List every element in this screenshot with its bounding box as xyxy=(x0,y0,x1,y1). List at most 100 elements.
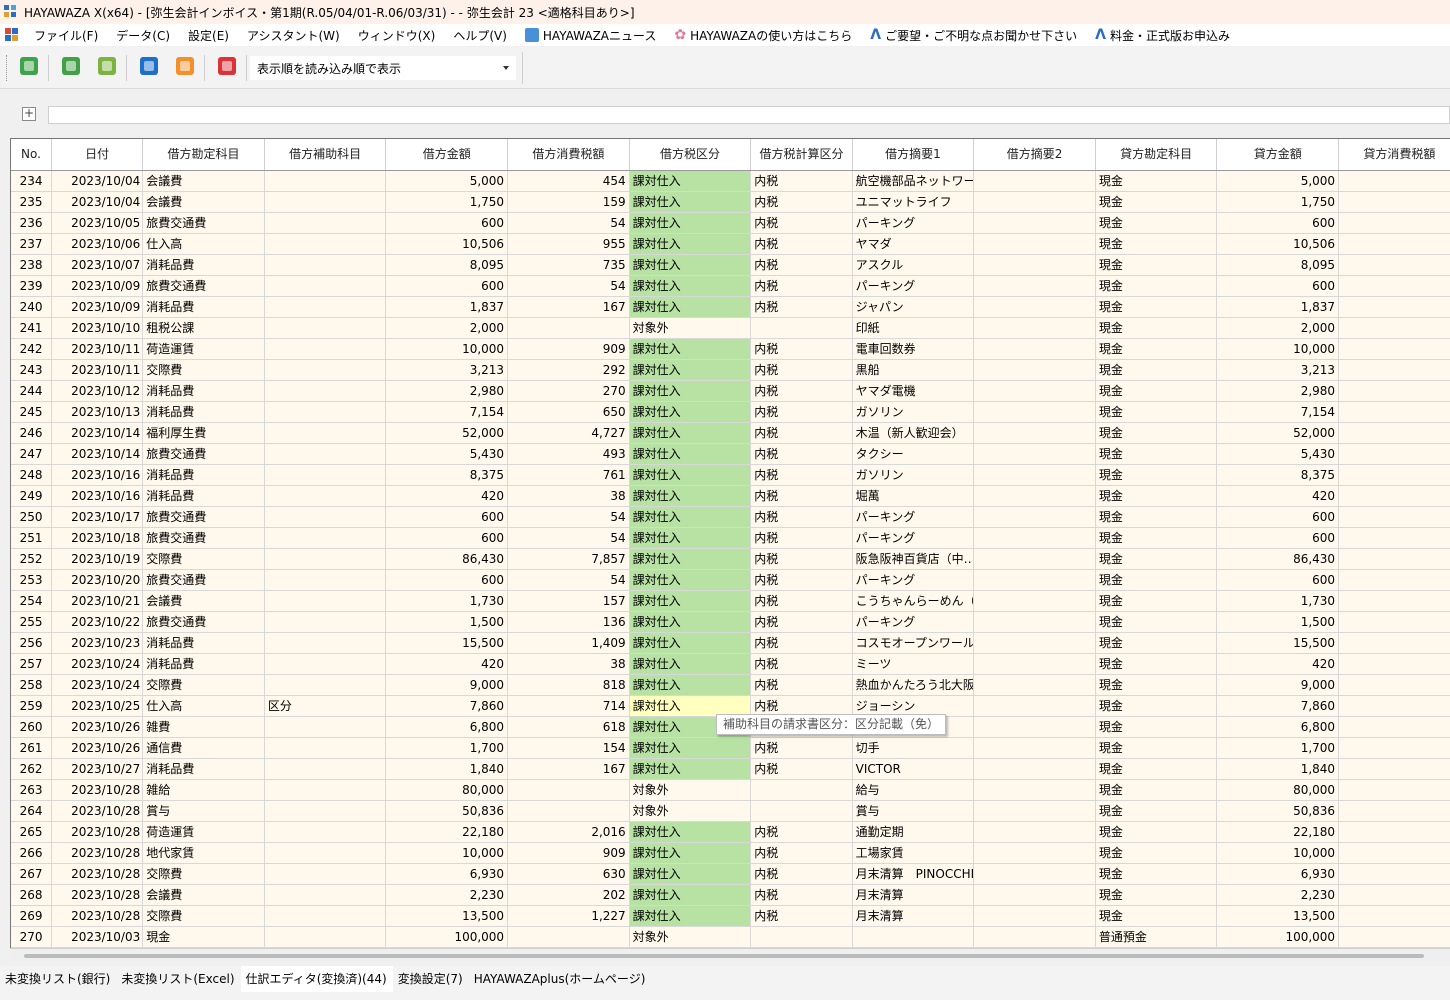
grid-cell[interactable]: 旅費交通費 xyxy=(142,275,265,297)
grid-cell[interactable]: 2023/10/28 xyxy=(51,842,144,864)
grid-cell[interactable]: 50,836 xyxy=(1216,800,1340,822)
grid-cell[interactable]: 対象外 xyxy=(629,317,752,339)
grid-cell[interactable]: 1,837 xyxy=(385,296,509,318)
grid-cell[interactable]: 内税 xyxy=(750,422,853,444)
grid-cell[interactable]: 100,000 xyxy=(385,926,509,948)
grid-cell[interactable]: 内税 xyxy=(750,296,853,318)
grid-cell[interactable] xyxy=(1338,317,1450,339)
grid-cell[interactable]: 2023/10/14 xyxy=(51,422,144,444)
grid-cell[interactable]: 600 xyxy=(385,212,509,234)
grid-cell[interactable]: 内税 xyxy=(750,569,853,591)
grid-cell[interactable]: 38 xyxy=(507,485,630,507)
grid-cell[interactable]: 6,930 xyxy=(385,863,509,885)
table-row[interactable]: 255 2023/10/22 旅費交通費 1,500 136 課対仕入 内税 パーキング 現金 1… xyxy=(11,611,1450,633)
grid-cell[interactable]: 黒船 xyxy=(852,359,975,381)
column-header[interactable]: 借方補助科目 xyxy=(264,139,387,171)
table-row[interactable]: 258 2023/10/24 交際費 9,000 818 課対仕入 内税 熱血かんたろう北大阪… xyxy=(11,674,1450,696)
grid-cell[interactable] xyxy=(973,632,1096,654)
grid-cell[interactable]: 650 xyxy=(507,401,630,423)
grid-cell[interactable]: 課対仕入 xyxy=(629,569,752,591)
grid-cell[interactable] xyxy=(264,674,387,696)
grid-cell[interactable]: 現金 xyxy=(1095,359,1218,381)
grid-cell[interactable] xyxy=(1338,716,1450,738)
column-header[interactable]: 借方税計算区分 xyxy=(750,139,853,171)
grid-cell[interactable]: 236 xyxy=(11,212,53,234)
grid-cell[interactable] xyxy=(264,275,387,297)
grid-cell[interactable] xyxy=(507,926,630,948)
grid-cell[interactable]: 2023/10/04 xyxy=(51,191,144,213)
grid-cell[interactable] xyxy=(973,443,1096,465)
grid-cell[interactable]: ヤマダ電機 xyxy=(852,380,975,402)
grid-cell[interactable]: 消耗品費 xyxy=(142,632,265,654)
grid-cell[interactable] xyxy=(1338,590,1450,612)
grid-cell[interactable]: 255 xyxy=(11,611,53,633)
grid-cell[interactable]: 1,730 xyxy=(1216,590,1340,612)
grid-cell[interactable]: 618 xyxy=(507,716,630,738)
grid-cell[interactable] xyxy=(973,464,1096,486)
grid-cell[interactable] xyxy=(1338,359,1450,381)
grid-cell[interactable]: 交際費 xyxy=(142,905,265,927)
grid-cell[interactable]: 15,500 xyxy=(385,632,509,654)
grid-cell[interactable]: 38 xyxy=(507,653,630,675)
grid-cell[interactable] xyxy=(973,212,1096,234)
grid-cell[interactable]: 現金 xyxy=(1095,506,1218,528)
grid-cell[interactable]: 課対仕入 xyxy=(629,380,752,402)
grid-cell[interactable] xyxy=(1338,674,1450,696)
grid-cell[interactable]: 1,750 xyxy=(1216,191,1340,213)
table-row[interactable]: 265 2023/10/28 荷造運賃 22,180 2,016 課対仕入 内税 通勤定期 現金… xyxy=(11,821,1450,843)
grid-cell[interactable] xyxy=(1338,905,1450,927)
grid-cell[interactable]: 258 xyxy=(11,674,53,696)
grid-cell[interactable]: 内税 xyxy=(750,821,853,843)
grid-cell[interactable]: 電車回数券 xyxy=(852,338,975,360)
grid-cell[interactable] xyxy=(264,338,387,360)
table-row[interactable]: 238 2023/10/07 消耗品費 8,095 735 課対仕入 内税 アスクル 現金 8,0… xyxy=(11,254,1450,276)
grid-cell[interactable]: 2023/10/21 xyxy=(51,590,144,612)
grid-cell[interactable]: 課対仕入 xyxy=(629,842,752,864)
grid-cell[interactable] xyxy=(1338,506,1450,528)
grid-cell[interactable]: 課対仕入 xyxy=(629,611,752,633)
grid-cell[interactable]: 普通預金 xyxy=(1095,926,1218,948)
grid-cell[interactable]: 内税 xyxy=(750,485,853,507)
grid-cell[interactable]: 600 xyxy=(1216,275,1340,297)
grid-cell[interactable]: 2023/10/25 xyxy=(51,695,144,717)
grid-cell[interactable]: 内税 xyxy=(750,380,853,402)
grid-cell[interactable] xyxy=(973,380,1096,402)
grid-cell[interactable]: 内税 xyxy=(750,758,853,780)
grid-cell[interactable]: 現金 xyxy=(1095,758,1218,780)
table-row[interactable]: 2512023/10/18旅費交通費60054課対仕入内税パーキング現金600対 xyxy=(11,527,1450,549)
grid-cell[interactable]: 内税 xyxy=(750,548,853,570)
grid-cell[interactable]: 3,213 xyxy=(385,359,509,381)
grid-cell[interactable]: 交際費 xyxy=(142,548,265,570)
grid-cell[interactable]: 241 xyxy=(11,317,53,339)
grid-cell[interactable] xyxy=(1338,401,1450,423)
grid-cell[interactable]: 2,016 xyxy=(507,821,630,843)
grid-cell[interactable]: 8,095 xyxy=(385,254,509,276)
grid-cell[interactable]: 現金 xyxy=(1095,569,1218,591)
grid-cell[interactable]: 課対仕入 xyxy=(629,632,752,654)
grid-cell[interactable]: 1,500 xyxy=(1216,611,1340,633)
table-row[interactable]: 268 2023/10/28 会議費 2,230 202 課対仕入 内税 月末清算 現金 2,23… xyxy=(11,884,1450,906)
grid-cell[interactable]: 交際費 xyxy=(142,359,265,381)
menu-settings[interactable]: 設定(E) xyxy=(179,27,238,44)
grid-cell[interactable]: 旅費交通費 xyxy=(142,443,265,465)
grid-cell[interactable]: 2023/10/17 xyxy=(51,506,144,528)
grid-cell[interactable]: 現金 xyxy=(1095,632,1218,654)
grid-cell[interactable]: 420 xyxy=(385,653,509,675)
grid-cell[interactable]: コスモオープンワールド xyxy=(852,632,975,654)
grid-cell[interactable]: 内税 xyxy=(750,212,853,234)
grid-cell[interactable]: 13,500 xyxy=(1216,905,1340,927)
grid-cell[interactable]: 80,000 xyxy=(385,779,509,801)
grid-cell[interactable]: 内税 xyxy=(750,653,853,675)
grid-cell[interactable]: 月末清算 xyxy=(852,884,975,906)
grid-cell[interactable]: 2023/10/12 xyxy=(51,380,144,402)
grid-cell[interactable]: パーキング xyxy=(852,611,975,633)
grid-cell[interactable]: 167 xyxy=(507,758,630,780)
grid-cell[interactable] xyxy=(973,590,1096,612)
grid-cell[interactable]: 167 xyxy=(507,296,630,318)
grid-cell[interactable]: 課対仕入 xyxy=(629,758,752,780)
grid-cell[interactable]: 現金 xyxy=(1095,590,1218,612)
column-header[interactable]: No. xyxy=(11,139,53,171)
grid-cell[interactable]: 現金 xyxy=(1095,779,1218,801)
grid-cell[interactable]: 2023/10/04 xyxy=(51,170,144,192)
grid-cell[interactable]: 239 xyxy=(11,275,53,297)
